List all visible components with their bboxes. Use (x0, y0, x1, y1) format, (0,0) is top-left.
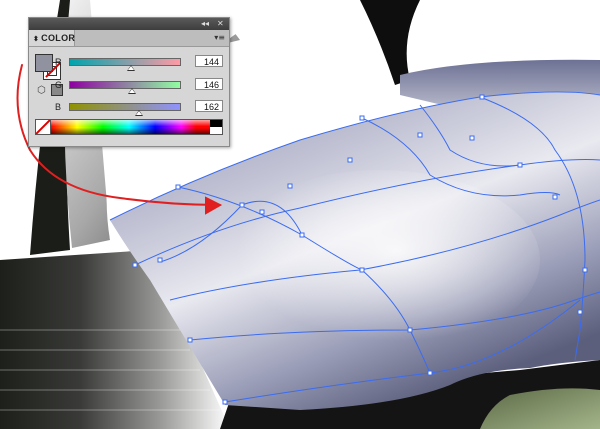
slider-row-g[interactable]: G 146 (55, 78, 225, 94)
out-of-gamut-cube-icon[interactable]: ⬡ (37, 85, 46, 96)
slider-value-field-b[interactable]: 162 (195, 100, 223, 112)
panel-titlebar[interactable]: ◂◂ ✕ (29, 18, 229, 30)
none-swatch[interactable] (36, 120, 51, 134)
body-highlight (220, 170, 540, 350)
tab-color-label: COLOR (41, 33, 76, 43)
slider-row-b[interactable]: B 162 (55, 100, 225, 116)
slider-track-r[interactable] (69, 58, 181, 66)
slider-track-g[interactable] (69, 81, 181, 89)
slider-label: R (55, 57, 62, 67)
slider-value-field-r[interactable]: 144 (195, 55, 223, 67)
tab-color[interactable]: ⬍ COLOR (29, 30, 75, 46)
close-icon[interactable]: ✕ (217, 18, 224, 30)
slider-row-r[interactable]: R 144 (55, 55, 225, 71)
slider-track-b[interactable] (69, 103, 181, 111)
slider-label: B (55, 102, 62, 112)
panel-tab-row: ⬍ COLOR ▾≡ (29, 30, 229, 47)
slider-value-field-g[interactable]: 146 (195, 78, 223, 90)
slider-thumb-g[interactable] (128, 88, 137, 94)
spectrum-shade (51, 120, 222, 134)
panel-menu-icon[interactable]: ▾≡ (214, 30, 225, 46)
top-right-curve (360, 0, 420, 85)
white-swatch[interactable] (210, 127, 222, 134)
tab-arrows-icon: ⬍ (33, 36, 40, 43)
slider-label: G (55, 80, 63, 90)
collapse-icon[interactable]: ◂◂ (201, 18, 209, 30)
black-swatch[interactable] (210, 120, 222, 127)
color-panel[interactable]: ◂◂ ✕ ⬍ COLOR ▾≡ ⬡ R 144 G 146 B 162 (28, 17, 230, 147)
slider-thumb-b[interactable] (134, 110, 143, 116)
slider-thumb-r[interactable] (127, 65, 136, 71)
color-spectrum-bar[interactable] (35, 119, 223, 135)
